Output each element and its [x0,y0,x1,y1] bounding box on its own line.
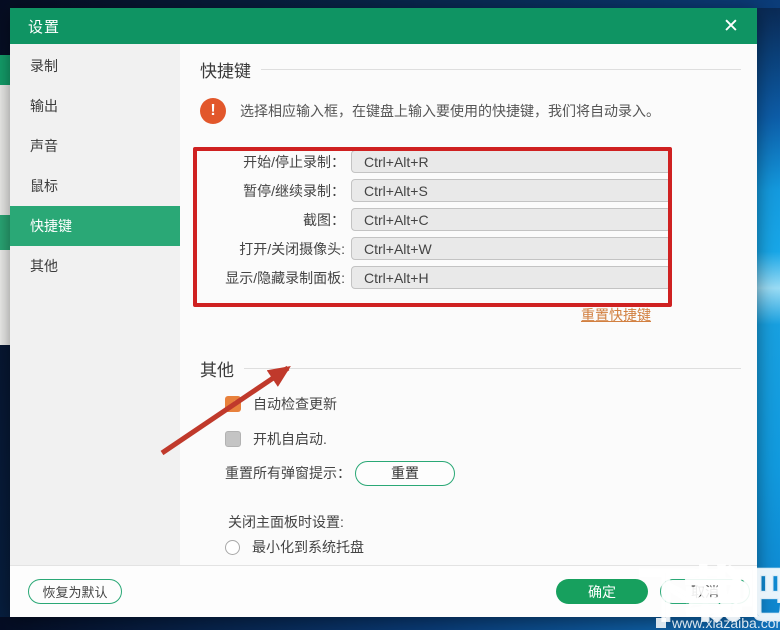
hotkey-input-panel[interactable] [351,266,671,289]
hotkey-label-panel: 显示/隐藏录制面板: [225,269,345,286]
minimize-tray-label: 最小化到系统托盘 [252,539,364,555]
hotkey-input-camera[interactable] [351,237,671,260]
sidebar-item-mouse[interactable]: 鼠标 [10,166,180,206]
other-section-title: 其他 [200,360,234,380]
sidebar-item-other[interactable]: 其他 [10,246,180,286]
close-icon: ✕ [723,15,739,37]
hotkeys-section-header: 快捷键 [200,58,757,81]
hotkey-input-start-stop[interactable] [351,150,671,173]
autostart-row: 开机自启动. [225,430,757,448]
minimize-tray-row: 最小化到系统托盘 [225,538,757,556]
ok-button[interactable]: 确定 [556,579,648,604]
sidebar-item-output[interactable]: 输出 [10,86,180,126]
section-divider [244,367,741,369]
content-panel: 快捷键 ! 选择相应输入框，在键盘上输入要使用的快捷键，我们将自动录入。 开始/… [180,44,757,565]
cancel-button[interactable]: 取消 [660,579,750,604]
close-panel-label: 关闭主面板时设置: [228,514,344,530]
close-button[interactable]: ✕ [713,8,749,44]
hotkeys-notice: ! 选择相应输入框，在键盘上输入要使用的快捷键，我们将自动录入。 [200,98,757,124]
auto-update-label: 自动检查更新 [253,396,337,412]
auto-update-row: ✓ 自动检查更新 [225,395,757,413]
hotkey-label-pause-resume: 暂停/继续录制： [243,182,345,199]
hotkeys-section-title: 快捷键 [200,61,251,81]
background-window-fragment [0,215,10,250]
reset-popup-button[interactable]: 重置 [355,460,455,486]
background-window-fragment [0,55,10,85]
hotkey-row: 开始/停止录制： [200,150,757,173]
sidebar-item-hotkeys[interactable]: 快捷键 [10,206,180,246]
footer-bar: 恢复为默认 确定 取消 [10,565,757,617]
hotkeys-list: 开始/停止录制： 暂停/继续录制： 截图： 打开/关闭摄像头: [200,150,757,289]
restore-defaults-button[interactable]: 恢复为默认 [28,579,122,604]
auto-update-checkbox[interactable]: ✓ [225,396,241,412]
hotkey-row: 打开/关闭摄像头: [200,237,757,260]
desktop: 设置 ✕ 录制 输出 声音 鼠标 快捷键 其他 快捷键 ! 选择相应输入框，在键… [0,0,780,630]
minimize-tray-radio[interactable] [225,539,240,555]
sidebar: 录制 输出 声音 鼠标 快捷键 其他 [10,44,180,565]
hotkey-label-screenshot: 截图： [303,211,345,228]
hotkey-row: 暂停/继续录制： [200,179,757,202]
hotkey-input-screenshot[interactable] [351,208,671,231]
background-window-fragment [0,250,10,345]
warning-icon: ! [200,98,226,124]
other-section-header: 其他 [200,357,757,380]
background-window-fragment [0,85,10,215]
hotkey-row: 显示/隐藏录制面板: [200,266,757,289]
reset-hotkeys-row: 重置快捷键 [200,305,757,323]
titlebar: 设置 ✕ [10,8,757,44]
reset-popup-row: 重置所有弹窗提示： 重置 [225,460,757,486]
settings-dialog: 设置 ✕ 录制 输出 声音 鼠标 快捷键 其他 快捷键 ! 选择相应输入框，在键… [10,8,757,617]
hotkey-label-camera: 打开/关闭摄像头: [239,240,345,257]
sidebar-item-sound[interactable]: 声音 [10,126,180,166]
sidebar-item-record[interactable]: 录制 [10,46,180,86]
check-icon: ✓ [227,397,239,411]
reset-hotkeys-link[interactable]: 重置快捷键 [581,307,651,323]
dialog-title: 设置 [28,18,61,36]
dialog-body: 录制 输出 声音 鼠标 快捷键 其他 快捷键 ! 选择相应输入框，在键盘上输入要… [10,44,757,565]
autostart-label: 开机自启动. [253,431,327,447]
hotkey-row: 截图： [200,208,757,231]
autostart-checkbox[interactable] [225,431,241,447]
desktop-wallpaper-bottom [0,617,780,630]
reset-popup-label: 重置所有弹窗提示： [225,465,351,481]
hotkey-input-pause-resume[interactable] [351,179,671,202]
desktop-wallpaper-strip [757,8,780,617]
hotkeys-notice-text: 选择相应输入框，在键盘上输入要使用的快捷键，我们将自动录入。 [240,103,660,119]
hotkey-label-start-stop: 开始/停止录制： [243,153,345,170]
section-divider [261,68,741,70]
